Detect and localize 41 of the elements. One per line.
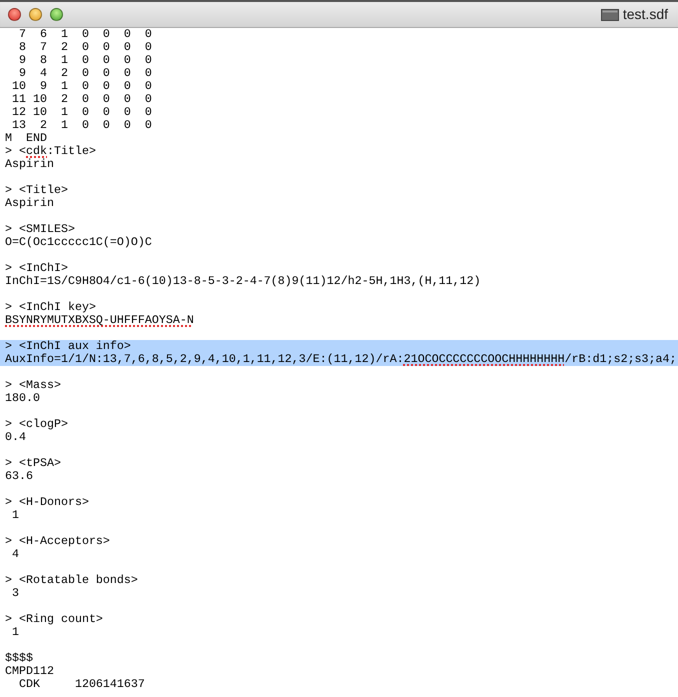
minimize-button[interactable] bbox=[29, 8, 42, 21]
code-line: Aspirin bbox=[5, 158, 55, 171]
code-line: 7 6 1 0 0 0 0 bbox=[18, 28, 153, 41]
code-line: 1 bbox=[10, 626, 20, 639]
code-line: 9 4 2 0 0 0 0 bbox=[18, 67, 153, 80]
code-line: CMPD112 bbox=[5, 665, 55, 678]
document-icon bbox=[600, 8, 619, 20]
code-line: 1 bbox=[10, 509, 20, 522]
code-line: M END bbox=[5, 132, 48, 145]
code-line: > <H-Acceptors> bbox=[5, 535, 111, 548]
code-line: CDK 1206141637 bbox=[18, 678, 146, 691]
code-line: > <Mass> bbox=[5, 379, 62, 392]
code-line: > <InChI> bbox=[5, 262, 69, 275]
code-line: Aspirin bbox=[5, 197, 55, 210]
code-line: 0.4 bbox=[5, 431, 27, 444]
code-line: > <Ring count> bbox=[5, 613, 104, 626]
code-line: > <SMILES> bbox=[5, 223, 76, 236]
code-line: 11 10 2 0 0 0 0 bbox=[10, 93, 153, 106]
code-line: > <cdk:Title> bbox=[5, 145, 97, 158]
code-line: $$$$ bbox=[5, 652, 34, 665]
code-line: > <H-Donors> bbox=[5, 496, 90, 509]
code-line: > <tPSA> bbox=[5, 457, 62, 470]
code-line: > <Rotatable bonds> bbox=[5, 574, 139, 587]
zoom-button[interactable] bbox=[50, 8, 63, 21]
code-line: 4 bbox=[10, 548, 20, 561]
code-line: > <clogP> bbox=[5, 418, 69, 431]
code-line: BSYNRYMUTXBXSQ-UHFFFAOYSA-N bbox=[5, 314, 195, 327]
code-line: 8 7 2 0 0 0 0 bbox=[18, 41, 153, 54]
code-line: InChI=1S/C9H8O4/c1-6(10)13-8-5-3-2-4-7(8)9(11)12/h2-5H,1H3,(H,11,12) bbox=[5, 275, 482, 288]
code-line: 10 9 1 0 0 0 0 bbox=[10, 80, 153, 93]
close-button[interactable] bbox=[8, 8, 21, 21]
code-line: > <Title> bbox=[5, 184, 69, 197]
code-line: 3 bbox=[10, 587, 20, 600]
code-line: 13 2 1 0 0 0 0 bbox=[10, 119, 153, 132]
code-line: 9 8 1 0 0 0 0 bbox=[18, 54, 153, 67]
window-title: test.sdf bbox=[622, 5, 668, 24]
code-line: > <InChI key> bbox=[5, 301, 97, 314]
code-line: 63.6 bbox=[5, 470, 34, 483]
code-line: O=C(Oc1ccccc1C(=O)O)C bbox=[5, 236, 153, 249]
code-line: 180.0 bbox=[5, 392, 41, 405]
code-line: 12 10 1 0 0 0 0 bbox=[10, 106, 153, 119]
